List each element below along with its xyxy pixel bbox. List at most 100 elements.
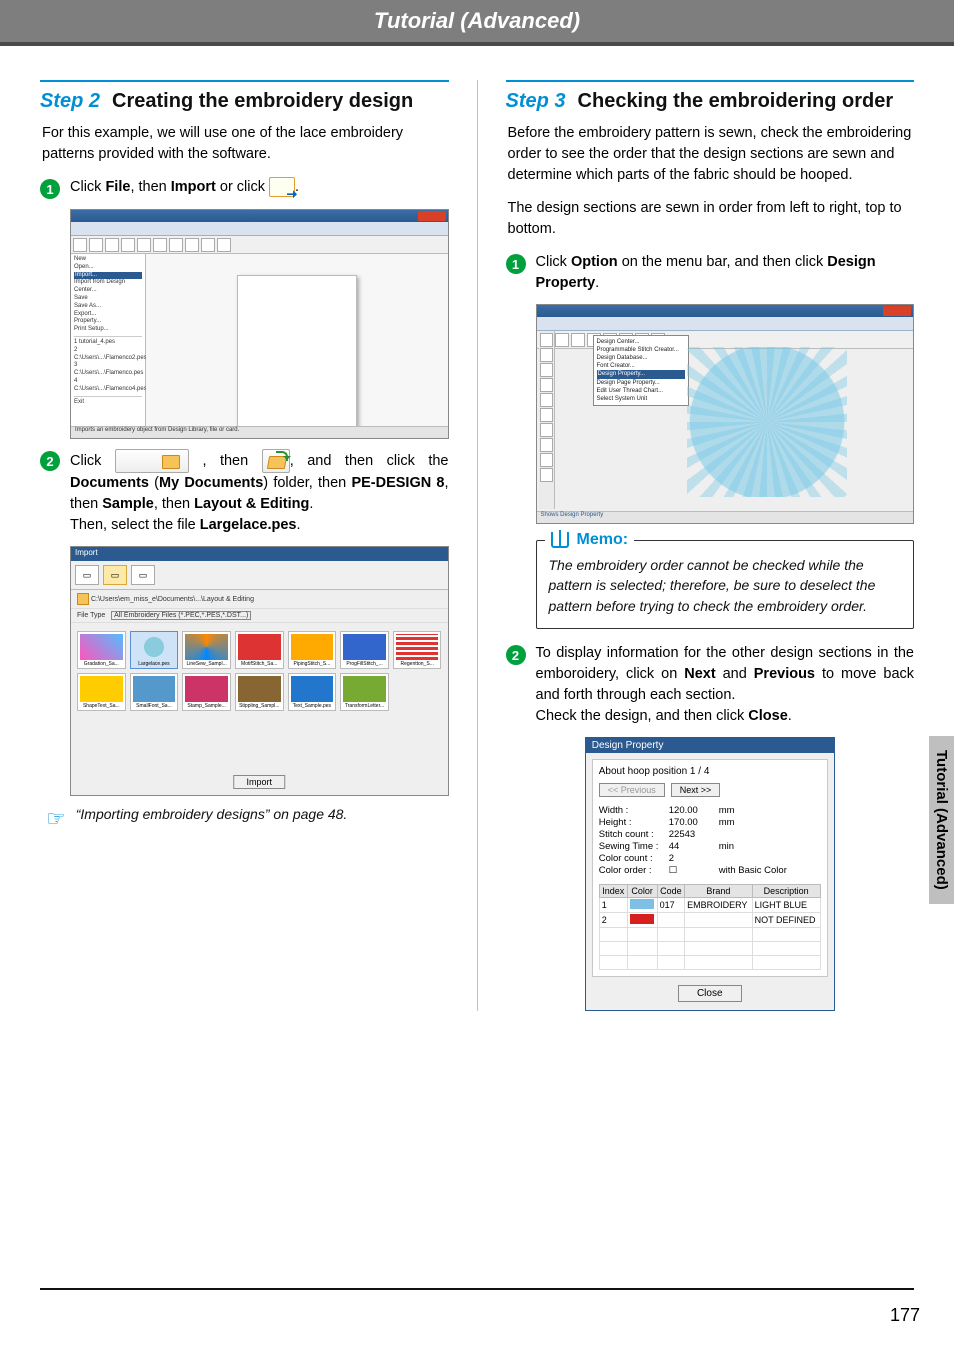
tool-icon[interactable] (540, 393, 553, 407)
tool-icon[interactable] (540, 453, 553, 467)
bottom-rule (40, 1288, 914, 1290)
folder-icon[interactable] (77, 593, 89, 605)
thumbnail[interactable]: MotifStitch_Sa... (235, 631, 284, 669)
menu-item[interactable]: New (74, 256, 142, 264)
filetype-select[interactable]: All Embroidery Files (*.PEC,*.PES,*.DST.… (111, 611, 251, 620)
view-button[interactable]: ▭ (75, 565, 99, 585)
tool-icon[interactable] (540, 348, 553, 362)
menu-recent[interactable]: 4 C:\Users\...\Flamenco4.pes (74, 378, 142, 394)
import-button[interactable]: Import (233, 775, 285, 789)
tool-icon[interactable] (540, 423, 553, 437)
bullet-2-icon: 2 (40, 451, 60, 471)
thumbnail[interactable]: Regentton_S... (393, 631, 442, 669)
menu-item[interactable]: Print Setup... (74, 326, 142, 334)
menu-item[interactable]: Export... (74, 311, 142, 319)
toolbar-icon[interactable] (185, 238, 199, 252)
tool-icon[interactable] (540, 438, 553, 452)
tool-icon[interactable] (540, 468, 553, 482)
thumbnail[interactable]: ProgFillStitch_... (340, 631, 389, 669)
thumbnail[interactable]: ShapeText_Sa... (77, 673, 126, 711)
menu-item[interactable]: Save (74, 295, 142, 303)
import-icon[interactable] (269, 177, 295, 197)
step2-item2-text: Click , then , and then click the Docume… (70, 449, 449, 536)
menu-item-import[interactable]: Import... (74, 272, 142, 280)
thumbnail[interactable]: Stippling_Sampl... (235, 673, 284, 711)
tool-icon[interactable] (540, 408, 553, 422)
pedesign-label: PE-DESIGN 8 (351, 475, 444, 491)
menu-item[interactable]: Design Page Property... (597, 379, 685, 387)
hand-point-icon: ☞ (46, 806, 66, 832)
toolbar-icon[interactable] (169, 238, 183, 252)
color-swatch (630, 899, 654, 909)
toolbar-icon[interactable] (153, 238, 167, 252)
thumb-label: MotifStitch_Sa... (237, 661, 282, 667)
thumbnail-selected[interactable]: Largelace.pes (130, 631, 179, 669)
file-menu-dropdown[interactable]: New Open... Import... Import from Design… (71, 254, 146, 439)
toolbar-icon[interactable] (201, 238, 215, 252)
folder-open-icon[interactable] (262, 449, 290, 473)
l: Sewing Time : (599, 841, 669, 852)
menu-recent[interactable]: 1 tutorial_4.pes (74, 339, 142, 347)
toolbar-icon[interactable] (105, 238, 119, 252)
close-icon[interactable] (883, 306, 911, 316)
toolbar-icon[interactable] (571, 333, 585, 347)
menu-item[interactable]: Select System Unit (597, 395, 685, 403)
toolbar-icon[interactable] (73, 238, 87, 252)
view-button-selected[interactable]: ▭ (103, 565, 127, 585)
menu-item[interactable]: Property... (74, 318, 142, 326)
td: 1 (599, 898, 627, 913)
toolbar-icon[interactable] (137, 238, 151, 252)
td (627, 898, 657, 913)
menu-item[interactable]: Save As... (74, 303, 142, 311)
table-row: 2 NOT DEFINED (599, 913, 820, 928)
thumbnail[interactable]: Stamp_Sample... (182, 673, 231, 711)
thumbnail[interactable]: Text_Sample.pes (288, 673, 337, 711)
u: min (719, 841, 734, 852)
menu-item[interactable]: Edit User Thread Chart... (597, 387, 685, 395)
thumbnail[interactable]: LineSew_Sampl... (182, 631, 231, 669)
t: ( (149, 475, 159, 491)
checkbox[interactable]: ☐ (669, 865, 719, 876)
menu-item[interactable]: Import from Design Center... (74, 279, 142, 295)
close-icon[interactable] (418, 211, 446, 221)
dialog-body: About hoop position 1 / 4 << Previous Ne… (592, 759, 828, 977)
close-button[interactable]: Close (678, 985, 742, 1002)
menu-item-designproperty[interactable]: Design Property... (597, 370, 685, 378)
menu-recent[interactable]: 3 C:\Users\...\Flamenco.pes (74, 362, 142, 378)
thumbnail[interactable]: Gradation_Sa... (77, 631, 126, 669)
t: . (309, 496, 313, 512)
menu-item[interactable]: Design Database... (597, 354, 685, 362)
menu-item[interactable]: Open... (74, 264, 142, 272)
thumbnail[interactable]: TransformLetter... (340, 673, 389, 711)
page-number: 177 (890, 1305, 920, 1326)
view-mode-bar: ▭ ▭ ▭ (71, 561, 448, 590)
window-toolbar (71, 236, 448, 254)
next-button[interactable]: Next >> (671, 783, 721, 797)
menu-item[interactable]: Font Creator... (597, 362, 685, 370)
view-button[interactable]: ▭ (131, 565, 155, 585)
thumbnail[interactable]: PipingStitch_S... (288, 631, 337, 669)
t: Click (536, 254, 571, 270)
thumbnail[interactable]: SmallFont_Sa... (130, 673, 179, 711)
menu-item[interactable]: Design Center... (597, 338, 685, 346)
folder-path-button[interactable] (115, 449, 189, 473)
toolbar-icon[interactable] (89, 238, 103, 252)
tool-icon[interactable] (540, 378, 553, 392)
th: Color (627, 885, 657, 898)
menu-item[interactable]: Exit (74, 399, 142, 407)
tool-icon[interactable] (540, 333, 553, 347)
toolbar-icon[interactable] (555, 333, 569, 347)
toolbar-icon[interactable] (121, 238, 135, 252)
menu-recent[interactable]: 2 C:\Users\...\Flamenco2.pes (74, 347, 142, 363)
tool-icon[interactable] (540, 363, 553, 377)
toolbar-icon[interactable] (217, 238, 231, 252)
option-menu-dropdown[interactable]: Design Center... Programmable Stitch Cre… (593, 335, 689, 406)
screenshot-file-menu: New Open... Import... Import from Design… (70, 209, 449, 439)
mydocuments-label: My Documents (159, 475, 263, 491)
previous-button[interactable]: << Previous (599, 783, 665, 797)
right-column: Step 3 Checking the embroidering order B… (506, 80, 915, 1011)
t: . (788, 708, 792, 724)
status-bar: Shows Design Property (537, 511, 914, 523)
menu-item[interactable]: Programmable Stitch Creator... (597, 346, 685, 354)
v: 170.00 (669, 817, 719, 828)
